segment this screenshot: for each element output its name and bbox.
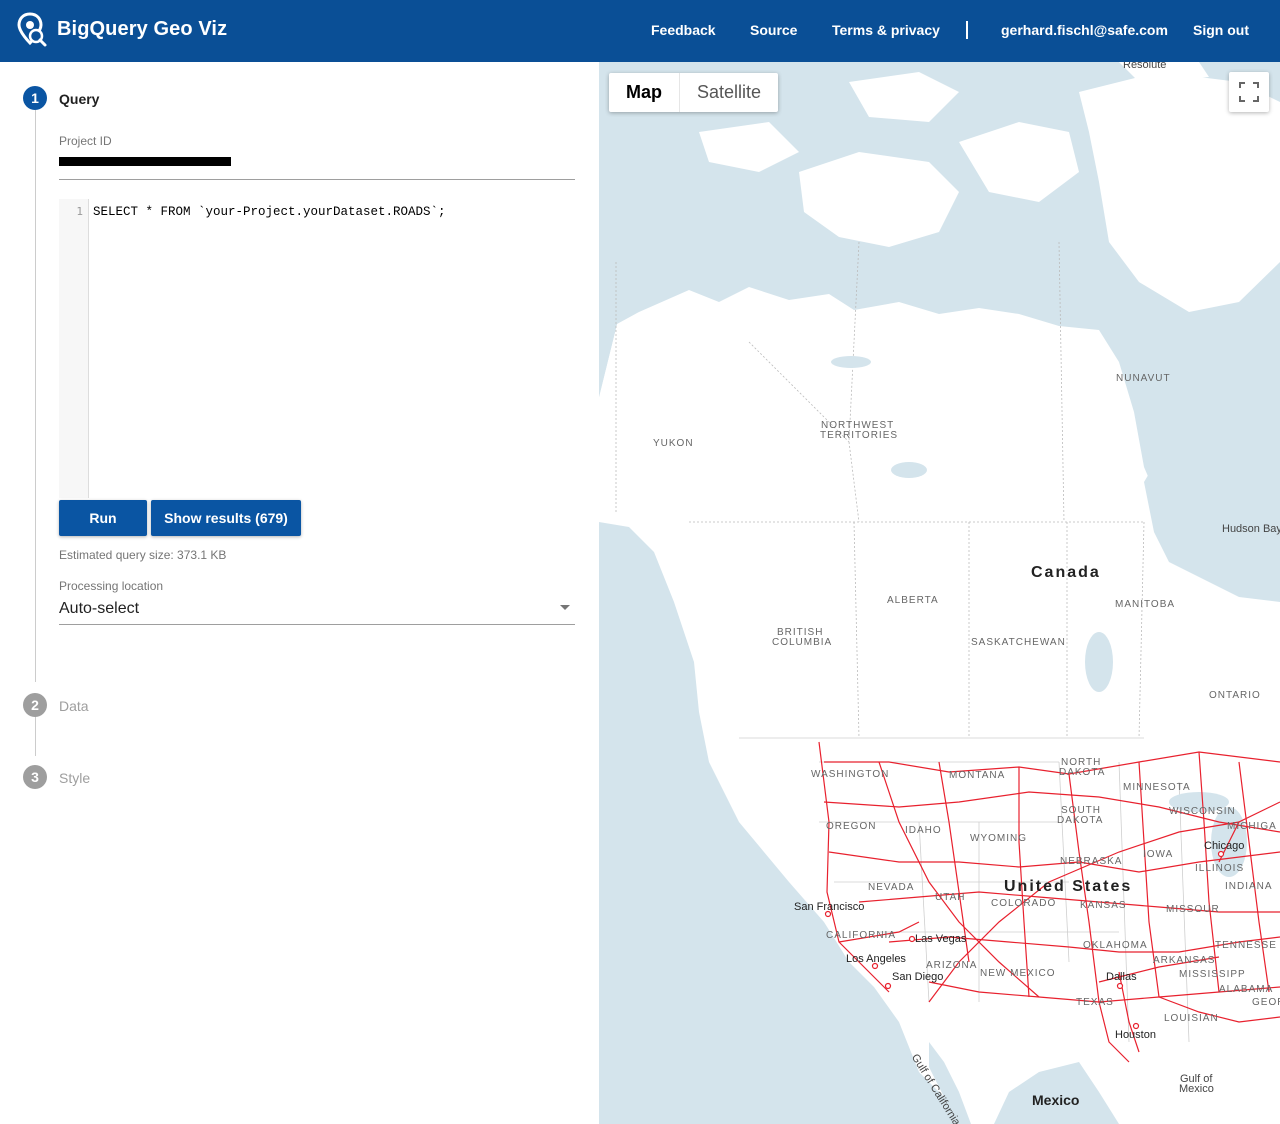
step-2-circle[interactable]: 2	[23, 693, 47, 717]
map-type-map-tab[interactable]: Map	[609, 73, 679, 112]
dropdown-arrow-icon[interactable]	[560, 605, 570, 610]
map-label-alberta: ALBERTA	[887, 595, 939, 606]
nav-separator	[966, 21, 968, 39]
project-id-label: Project ID	[59, 134, 112, 148]
step-connector	[35, 716, 36, 756]
step-style-label[interactable]: Style	[59, 770, 90, 786]
map-label-california: CALIFORNIA	[826, 930, 897, 941]
step-query-label[interactable]: Query	[59, 91, 99, 107]
map-label-houston: Houston	[1115, 1029, 1156, 1041]
feedback-link[interactable]: Feedback	[651, 22, 716, 38]
map-label-san-diego: San Diego	[892, 971, 944, 983]
map-label-arkansas: ARKANSAS	[1153, 955, 1216, 966]
map-label-ontario: ONTARIO	[1209, 690, 1261, 701]
project-id-value-redacted[interactable]	[59, 157, 231, 166]
map-label-nwt-2: TERRITORIES	[820, 430, 899, 441]
map-label-michigan: MICHIGA	[1227, 821, 1277, 832]
map-label-bc-2: COLUMBIA	[772, 637, 833, 648]
step-connector	[35, 110, 36, 682]
map-label-canada: Canada	[1031, 564, 1101, 581]
map-canvas[interactable]: Resolute NUNAVUT YUKON NORTHWEST TERRITO…	[599, 62, 1280, 1124]
map-label-missouri: MISSOUR	[1166, 904, 1220, 915]
map-label-nevada: NEVADA	[868, 882, 915, 893]
map-label-washington: WASHINGTON	[811, 769, 890, 780]
sql-editor[interactable]: 1 SELECT * FROM `your-Project.yourDatase…	[59, 199, 575, 498]
terms-privacy-link[interactable]: Terms & privacy	[832, 22, 940, 38]
map-label-oregon: OREGON	[826, 821, 877, 832]
source-link[interactable]: Source	[750, 22, 797, 38]
map-label-new-mexico: NEW MEXICO	[980, 968, 1056, 979]
map-label-hudson-bay: Hudson Bay	[1222, 523, 1280, 535]
map-label-manitoba: MANITOBA	[1115, 599, 1176, 610]
map-label-mississippi: MISSISSIPP	[1179, 969, 1246, 980]
map-label-louisiana: LOUISIAN	[1164, 1013, 1219, 1024]
map-label-wyoming: WYOMING	[970, 833, 1027, 844]
map-label-colorado: COLORADO	[991, 898, 1057, 909]
map-label-los-angeles: Los Angeles	[846, 953, 906, 965]
map-label-nebraska: NEBRASKA	[1060, 856, 1123, 867]
map-type-toggle: Map Satellite	[609, 73, 779, 112]
map-label-georgia: GEOR	[1252, 997, 1280, 1008]
step-data-label[interactable]: Data	[59, 698, 89, 714]
map-label-indiana: INDIANA	[1225, 881, 1273, 892]
map-label-montana: MONTANA	[949, 770, 1006, 781]
project-id-field[interactable]	[59, 179, 575, 180]
geo-viz-logo-icon	[17, 12, 47, 47]
processing-location-label: Processing location	[59, 579, 164, 593]
map-label-arizona: ARIZONA	[926, 960, 978, 971]
map-label-united-states: United States	[1004, 878, 1133, 895]
step-3-circle[interactable]: 3	[23, 765, 47, 789]
map-label-dallas: Dallas	[1106, 971, 1137, 983]
app-title: BigQuery Geo Viz	[57, 18, 228, 40]
fullscreen-button[interactable]	[1229, 72, 1269, 112]
editor-gutter: 1	[59, 199, 89, 498]
map-label-tennessee: TENNESSE	[1215, 940, 1277, 951]
map-label-mexico: Mexico	[1032, 1092, 1080, 1108]
map-label-chicago: Chicago	[1204, 840, 1245, 852]
map-label-texas: TEXAS	[1076, 997, 1114, 1008]
map-type-satellite-tab[interactable]: Satellite	[679, 73, 778, 112]
map-label-alabama: ALABAMA	[1219, 984, 1274, 995]
query-size-estimate: Estimated query size: 373.1 KB	[59, 548, 227, 562]
map-label-illinois: ILLINOIS	[1195, 863, 1245, 874]
map-label-resolute: Resolute	[1123, 62, 1167, 71]
map-label-idaho: IDAHO	[905, 825, 942, 836]
user-email[interactable]: gerhard.fischl@safe.com	[1001, 22, 1168, 38]
map-label-kansas: KANSAS	[1080, 900, 1127, 911]
map-label-utah: UTAH	[935, 892, 966, 903]
map-label-las-vegas: Las Vegas	[915, 933, 967, 945]
processing-location-underline	[59, 624, 575, 625]
map-label-minnesota: MINNESOTA	[1123, 782, 1191, 793]
app-header: BigQuery Geo Viz Feedback Source Terms &…	[0, 0, 1280, 62]
map-label-saskatchewan: SASKATCHEWAN	[971, 637, 1066, 648]
map-label-gulf-of-mexico-2: Mexico	[1179, 1083, 1214, 1095]
map-label-yukon: YUKON	[653, 438, 694, 449]
query-panel: 1 Query Project ID 1 SELECT * FROM `your…	[0, 62, 599, 1124]
line-number: 1	[76, 205, 83, 218]
map-label-san-francisco: San Francisco	[794, 901, 865, 913]
map-label-nunavut: NUNAVUT	[1116, 373, 1171, 384]
map-label-iowa: IOWA	[1143, 849, 1174, 860]
sign-out-link[interactable]: Sign out	[1193, 22, 1249, 38]
map-label-oklahoma: OKLAHOMA	[1083, 940, 1148, 951]
map-label-wisconsin: WISCONSIN	[1169, 806, 1236, 817]
processing-location-select[interactable]: Auto-select	[59, 600, 139, 618]
sql-code[interactable]: SELECT * FROM `your-Project.yourDataset.…	[93, 205, 446, 219]
map-label-south-dakota-2: DAKOTA	[1057, 815, 1104, 826]
map-label-north-dakota-2: DAKOTA	[1059, 767, 1106, 778]
fullscreen-icon	[1239, 82, 1259, 102]
show-results-button[interactable]: Show results (679)	[151, 500, 301, 536]
step-1-circle[interactable]: 1	[23, 86, 47, 110]
run-button[interactable]: Run	[59, 500, 147, 536]
